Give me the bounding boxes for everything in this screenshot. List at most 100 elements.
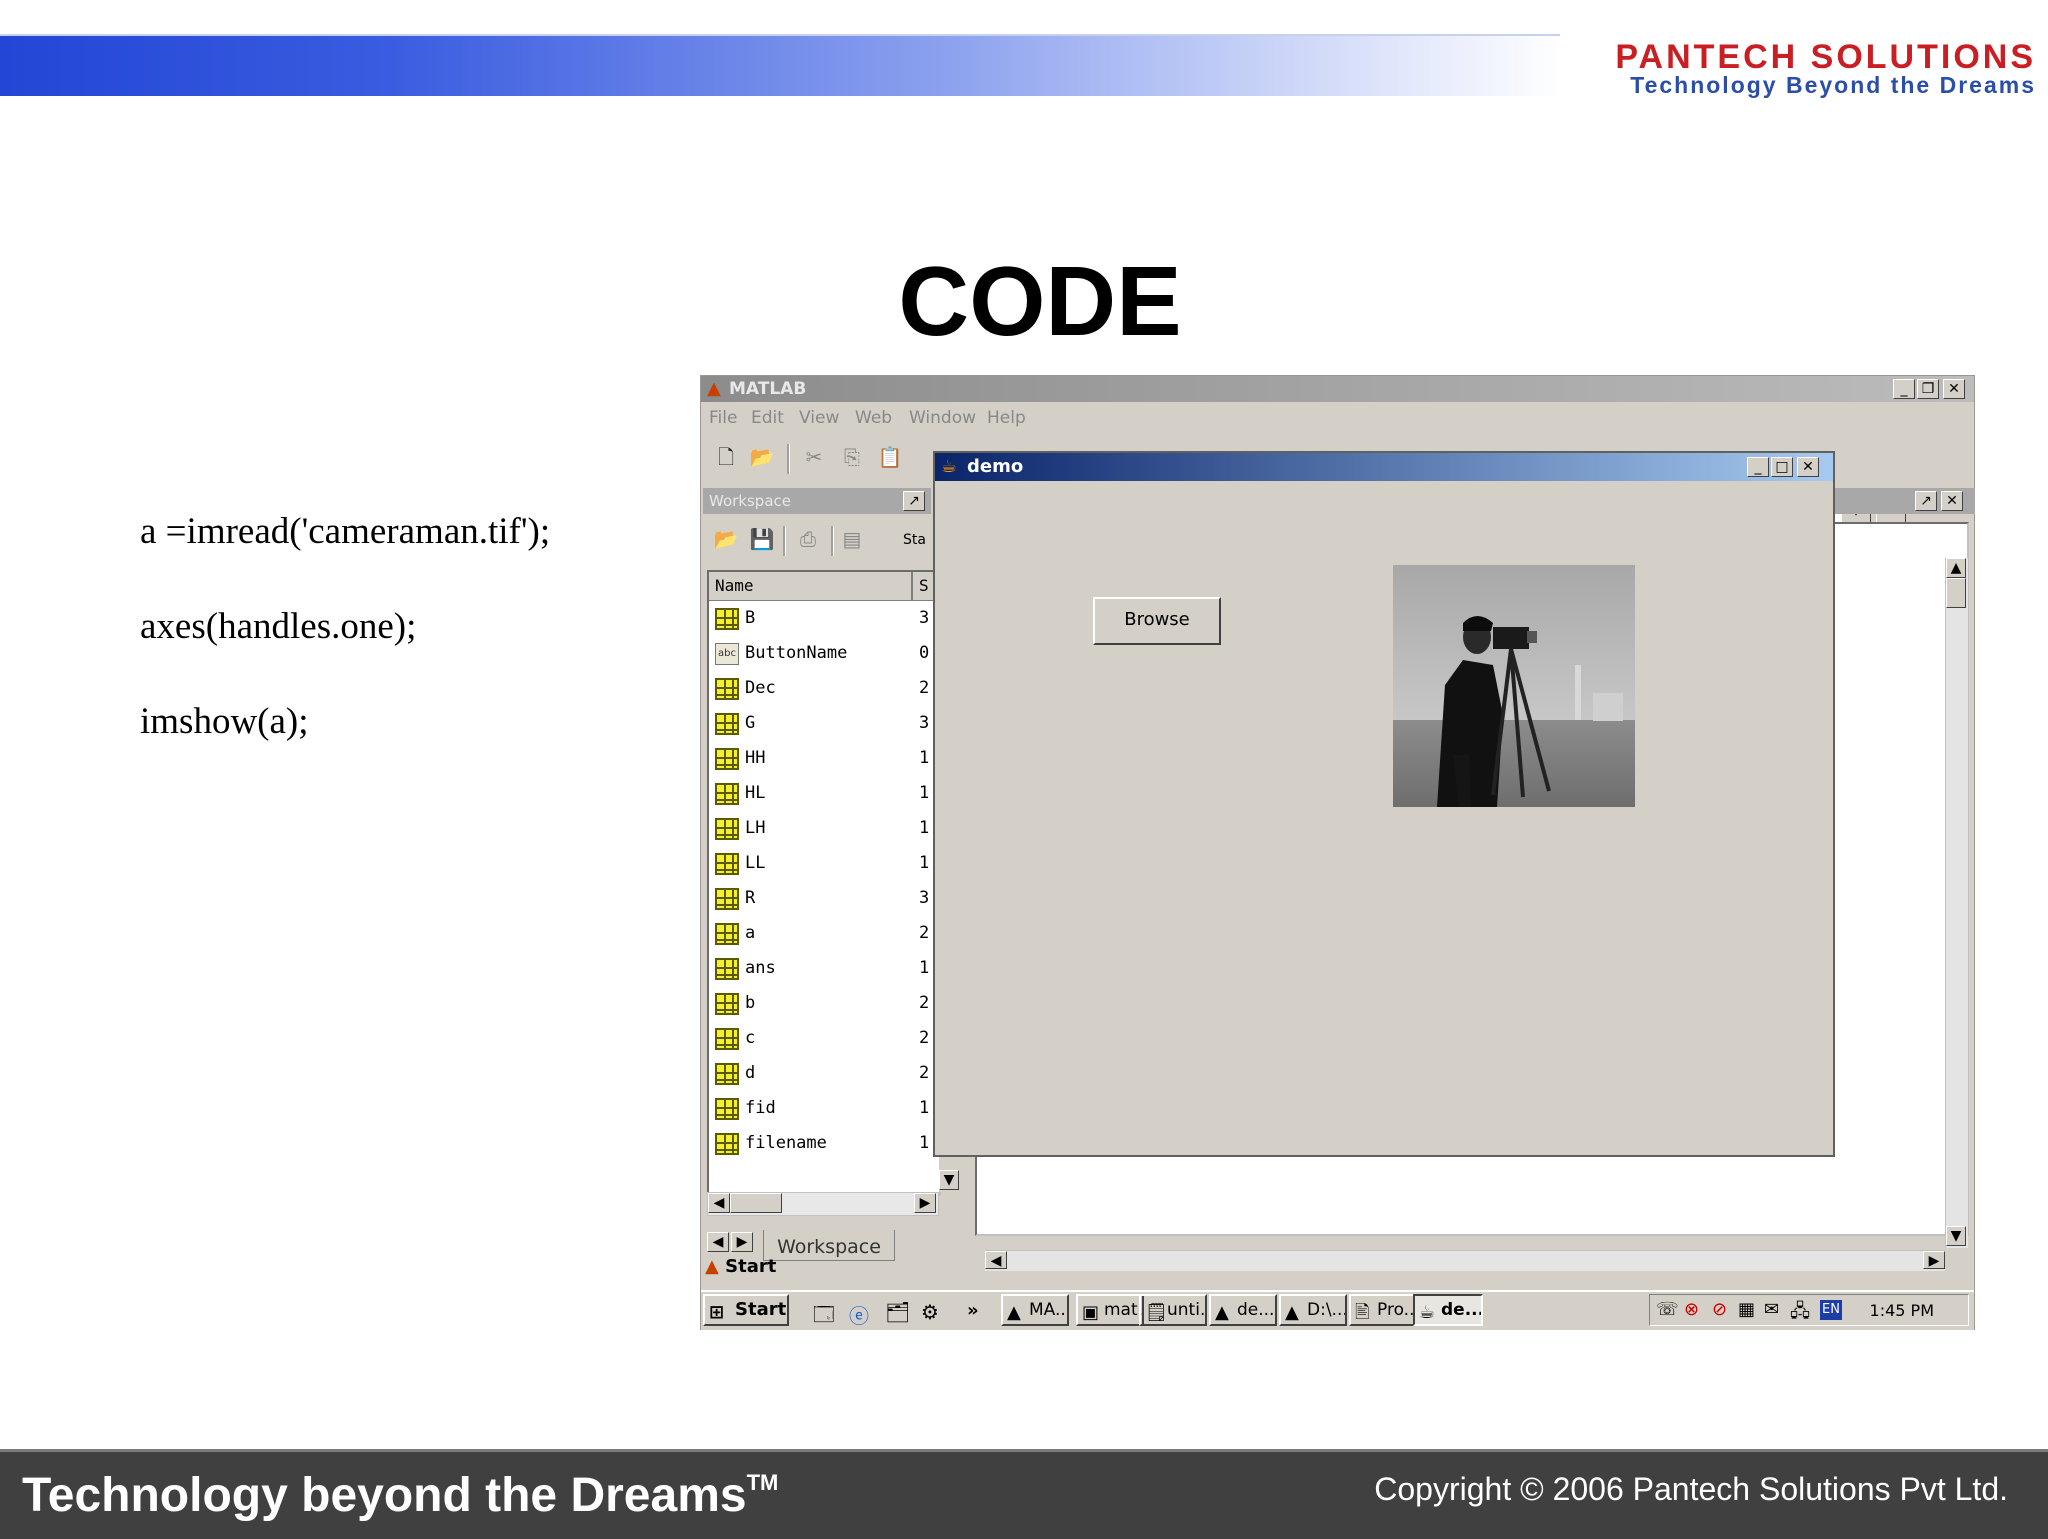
variable-size: 1	[919, 1133, 930, 1153]
footer-slogan-text: Technology beyond the Dreams	[22, 1469, 747, 1522]
taskbar-app-icon: ▣	[1082, 1302, 1100, 1323]
maximize-button[interactable]: □	[1771, 457, 1793, 477]
taskbar-app-icon: ▲	[1215, 1302, 1229, 1323]
import-data-icon[interactable]: ⎙	[795, 526, 821, 552]
taskbar-item[interactable]: ▣mat...	[1076, 1294, 1144, 1326]
new-file-icon[interactable]: 🗋	[713, 444, 739, 470]
list-item[interactable]: G3	[709, 707, 939, 742]
variable-name: B	[745, 608, 756, 628]
taskbar-app-icon: ▲	[1007, 1302, 1021, 1323]
taskbar-item[interactable]: ▲ de...	[1209, 1294, 1277, 1326]
undock-icon[interactable]: ↗	[1915, 491, 1937, 511]
tray-icon-2[interactable]: ⊗	[1684, 1299, 1699, 1320]
taskbar-item[interactable]: 🖹 Pro...	[1349, 1294, 1417, 1326]
scroll-up-icon[interactable]: ▲	[1946, 558, 1966, 578]
workspace-horizontal-scrollbar[interactable]: ◀ ▶	[707, 1192, 939, 1216]
variable-name: HH	[745, 748, 766, 768]
restore-button[interactable]: ❐	[1917, 379, 1939, 399]
column-header-name[interactable]: Name	[715, 576, 754, 595]
list-item[interactable]: R3	[709, 882, 939, 917]
menu-file[interactable]: File	[709, 408, 737, 428]
column-header-size[interactable]: S	[919, 576, 929, 595]
slide-title: CODE	[898, 246, 1182, 356]
variable-name: fid	[745, 1098, 776, 1118]
variable-name: c	[745, 1028, 756, 1048]
tray-icon-3[interactable]: ⊘	[1712, 1299, 1727, 1320]
browse-button[interactable]: Browse	[1093, 597, 1221, 645]
windows-start-button[interactable]: ⊞ Start	[703, 1294, 789, 1326]
list-item[interactable]: Dec 2	[709, 672, 939, 707]
variable-size: 1	[919, 1098, 930, 1118]
explorer-icon[interactable]: 🗂	[885, 1300, 910, 1324]
list-item[interactable]: LL 1	[709, 847, 939, 882]
tab-scroll-left-icon[interactable]: ◀	[707, 1232, 729, 1252]
open-folder-icon[interactable]: 📂	[713, 526, 739, 552]
scroll-thumb[interactable]	[730, 1193, 782, 1213]
taskbar-item[interactable]: ▲ MA...	[1001, 1294, 1069, 1326]
internet-explorer-icon[interactable]: ⓔ	[849, 1300, 869, 1329]
cameraman-image	[1393, 565, 1635, 807]
array-editor-icon[interactable]: ▤	[839, 526, 865, 552]
list-item[interactable]: a2	[709, 917, 939, 952]
close-button[interactable]: ✕	[1943, 379, 1965, 399]
command-vertical-scrollbar[interactable]: ▲ ▼	[1945, 558, 1968, 1248]
tool-icon[interactable]: ⚙	[921, 1300, 939, 1324]
scroll-left-icon[interactable]: ◀	[708, 1193, 730, 1213]
matlab-start-button[interactable]: ▲ Start	[705, 1256, 776, 1277]
menu-edit[interactable]: Edit	[751, 408, 784, 428]
tray-icon-4[interactable]: ▦	[1738, 1299, 1755, 1320]
menu-help[interactable]: Help	[987, 408, 1026, 428]
scroll-down-icon[interactable]: ▼	[939, 1170, 959, 1190]
menu-window[interactable]: Window	[909, 408, 976, 428]
variable-name: R	[745, 888, 756, 908]
demo-titlebar: ☕ demo _ □ ✕	[935, 453, 1833, 481]
system-tray: ☏ ⊗ ⊘ ▦ ✉ 🖧 EN 1:45 PM	[1649, 1294, 1969, 1326]
save-icon[interactable]: 💾	[749, 526, 775, 552]
network-icon[interactable]: 🖧	[1790, 1299, 1810, 1329]
list-item[interactable]: LH 1	[709, 812, 939, 847]
minimize-button[interactable]: _	[1747, 457, 1769, 477]
taskbar-item[interactable]: ▲ D:\...	[1279, 1294, 1347, 1326]
open-folder-icon[interactable]: 📂	[749, 444, 775, 470]
variable-name: LL	[745, 853, 766, 873]
toolbar-separator	[787, 444, 790, 474]
demo-figure-window: ☕ demo _ □ ✕ Browse	[933, 451, 1835, 1157]
close-icon[interactable]: ✕	[1941, 491, 1963, 511]
list-item[interactable]: HL 1	[709, 777, 939, 812]
list-item[interactable]: fid 1	[709, 1092, 939, 1127]
list-item[interactable]: b2	[709, 987, 939, 1022]
taskbar-item[interactable]: 🗒unti...	[1139, 1294, 1207, 1326]
scroll-down-icon[interactable]: ▼	[1946, 1226, 1966, 1246]
list-item[interactable]: B3	[709, 602, 939, 637]
cut-icon[interactable]: ✂	[801, 444, 827, 470]
list-item[interactable]: c2	[709, 1022, 939, 1057]
quicklaunch-more-icon[interactable]: »	[967, 1300, 979, 1321]
column-divider[interactable]	[911, 572, 913, 600]
list-item[interactable]: filename 1	[709, 1127, 939, 1162]
taskbar-item[interactable]: ☕ de...	[1413, 1294, 1483, 1326]
windows-logo-icon: ⊞	[709, 1302, 725, 1323]
matrix-variable-icon	[715, 888, 739, 910]
list-item[interactable]: ans 1	[709, 952, 939, 987]
close-button[interactable]: ✕	[1797, 457, 1819, 477]
list-item[interactable]: d2	[709, 1057, 939, 1092]
footer-slogan: Technology beyond the DreamsTM	[22, 1468, 778, 1523]
menu-web[interactable]: Web	[855, 408, 892, 428]
tray-icon-5[interactable]: ✉	[1764, 1299, 1779, 1320]
paste-icon[interactable]: 📋	[877, 444, 903, 470]
taskbar-item-label: MA...	[1029, 1300, 1069, 1320]
show-desktop-icon[interactable]: 🗔	[813, 1300, 835, 1334]
scroll-thumb[interactable]	[1946, 578, 1966, 608]
language-indicator[interactable]: EN	[1820, 1300, 1842, 1320]
tray-icon-1[interactable]: ☏	[1656, 1299, 1679, 1320]
windows-taskbar: ⊞ Start 🗔 ⓔ 🗂 ⚙ » ▲MA...▣mat...🗒unti...▲…	[701, 1290, 1974, 1330]
menu-view[interactable]: View	[799, 408, 839, 428]
minimize-button[interactable]: _	[1893, 379, 1915, 399]
taskbar-item-label: de...	[1441, 1300, 1483, 1320]
copy-icon[interactable]: ⎘	[839, 444, 865, 470]
undock-icon[interactable]: ↗	[903, 491, 925, 511]
scroll-right-icon[interactable]: ▶	[914, 1193, 936, 1213]
tab-scroll-right-icon[interactable]: ▶	[731, 1232, 753, 1252]
list-item[interactable]: abc ButtonName 0	[709, 637, 939, 672]
list-item[interactable]: HH 1	[709, 742, 939, 777]
